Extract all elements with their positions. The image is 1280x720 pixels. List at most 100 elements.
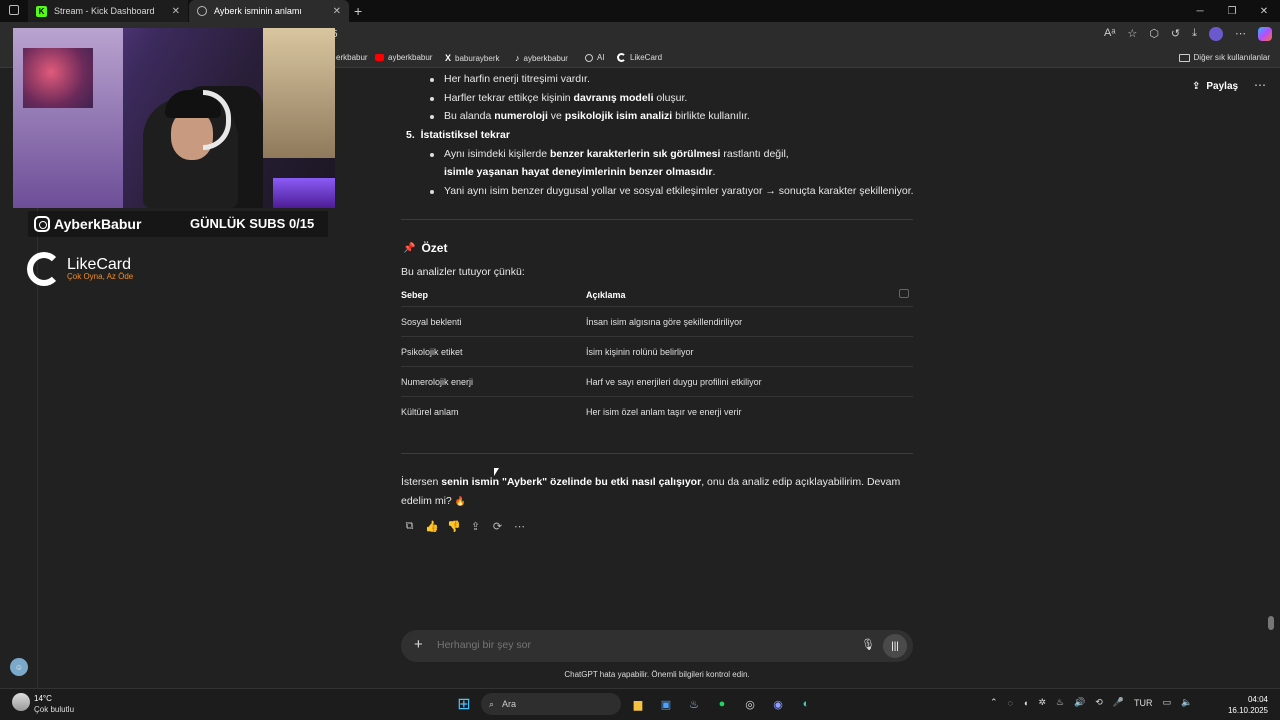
share-message-icon[interactable]: ⇪ [469, 520, 482, 533]
spotify-icon[interactable]: ● [711, 693, 733, 715]
steam-icon[interactable]: ♨ [683, 693, 705, 715]
weather-condition: Çok bulutlu [34, 705, 75, 714]
other-favorites-label: Diğer sık kullanılanlar [1193, 53, 1270, 62]
bullet-text: Harfler tekrar ettikçe kişinin davranış … [444, 92, 688, 104]
network-icon[interactable]: ▭ [1162, 697, 1171, 708]
more-options-icon[interactable]: ⋯ [1254, 78, 1266, 92]
favorite-link[interactable]: ♪ ayberkbabur [515, 53, 568, 63]
bullet-dot [430, 190, 434, 194]
bullet-text: Bu alanda numeroloji ve psikolojik isim … [444, 110, 750, 122]
share-button[interactable]: ⇪ Paylaş [1192, 81, 1238, 92]
table-header-description: Açıklama [586, 290, 626, 300]
prompt-input[interactable] [437, 639, 817, 651]
copy-icon[interactable]: ⧉ [403, 520, 416, 533]
table-cell: Her isim özel anlam taşır ve enerji veri… [586, 407, 742, 417]
summary-heading-text: Özet [421, 241, 448, 255]
profile-avatar[interactable] [1209, 27, 1223, 41]
file-explorer-icon[interactable]: ▆ [627, 693, 649, 715]
chevron-up-icon[interactable]: ⌃ [990, 697, 998, 708]
favorite-link[interactable]: AI [585, 53, 605, 62]
sidebar-toggle-icon[interactable] [9, 5, 19, 15]
share-label: Paylaş [1206, 81, 1239, 92]
close-window-button[interactable]: ✕ [1248, 0, 1280, 22]
tray-app-icon[interactable]: ◖ [1023, 698, 1028, 708]
tray-app-icon[interactable]: ✲ [1038, 697, 1046, 708]
downloads-icon[interactable]: ⤓ [1192, 27, 1197, 41]
table-row: Numerolojik enerji Harf ve sayı enerjile… [401, 366, 913, 396]
tab-title: Stream - Kick Dashboard [54, 6, 155, 16]
favorite-link[interactable]: erkbabur [336, 53, 368, 62]
regenerate-icon[interactable]: ⟳ [491, 520, 504, 533]
bullet-dot [430, 78, 434, 82]
table-cell: Sosyal beklenti [401, 317, 462, 327]
tab-ayberk-isminin-anlami[interactable]: Ayberk isminin anlamı ✕ [189, 0, 349, 22]
weather-icon[interactable] [12, 693, 30, 711]
favorite-link[interactable]: ayberkbabur [375, 53, 432, 62]
favorite-label: LikeCard [630, 53, 663, 62]
favorite-link[interactable]: LikeCard [617, 53, 662, 62]
bullet-text: Aynı isimdeki kişilerde benzer karakterl… [444, 148, 789, 160]
summary-intro: Bu analizler tutuyor çünkü: [401, 266, 525, 278]
more-actions-icon[interactable]: ⋯ [513, 520, 526, 533]
thumbs-up-icon[interactable]: 👍 [425, 520, 439, 533]
search-label: Ara [502, 699, 517, 709]
microphone-icon[interactable]: 🎙 [861, 638, 875, 651]
history-icon[interactable]: ↺ [1171, 27, 1180, 41]
pushpin-icon: 📌 [403, 242, 416, 254]
bullet-text: Her harfin enerji titreşimi vardır. [444, 73, 590, 85]
mic-tray-icon[interactable]: 🎤 [1113, 697, 1124, 708]
likecard-icon [617, 53, 626, 62]
user-avatar[interactable]: ☺ [10, 658, 28, 676]
tray-app-icon[interactable]: ◌ [1008, 698, 1013, 708]
steam-tray-icon[interactable]: ♨ [1056, 697, 1064, 708]
edge-icon[interactable]: ◐ [795, 693, 817, 715]
extensions-icon[interactable]: ⬡ [1149, 27, 1159, 41]
favorite-label: ayberkbabur [388, 53, 433, 62]
favorite-label: baburayberk [455, 53, 500, 63]
table-row: Psikolojik etiket İsim kişinin rolünü be… [401, 336, 913, 366]
volume-icon[interactable]: 🔊 [1074, 697, 1085, 708]
tab-kick-dashboard[interactable]: K Stream - Kick Dashboard ✕ [28, 0, 188, 22]
table-row: Sosyal beklenti İnsan isim algısına göre… [401, 306, 913, 336]
maximize-button[interactable]: ❐ [1216, 0, 1248, 22]
minimize-button[interactable]: ─ [1184, 0, 1216, 22]
favorite-label: erkbabur [336, 53, 368, 62]
start-icon[interactable]: ⊞ [453, 693, 475, 715]
close-tab-icon[interactable]: ✕ [172, 6, 180, 17]
copy-table-icon[interactable] [899, 289, 909, 298]
table-row: Kültürel anlam Her isim özel anlam taşır… [401, 396, 913, 426]
favorite-star-icon[interactable]: ☆ [1127, 27, 1137, 41]
read-aloud-icon[interactable]: Aᵃ [1104, 27, 1115, 41]
new-tab-button[interactable]: + [354, 3, 362, 19]
daily-subs-counter: GÜNLÜK SUBS 0/15 [190, 216, 315, 231]
final-paragraph: İstersen senin ismin "Ayberk" özelinde b… [401, 476, 901, 507]
webcam-window [263, 28, 335, 158]
other-favorites[interactable]: Diğer sık kullanılanlar [1178, 53, 1270, 62]
settings-more-icon[interactable]: ⋯ [1235, 27, 1246, 41]
system-tray: ⌃ ◌ ◖ ✲ ♨ 🔊 ⟲ 🎤 TUR ▭ 🔈 [990, 697, 1192, 708]
divider [401, 219, 913, 220]
clock[interactable]: 04:04 16.10.2025 [1222, 694, 1268, 716]
tab-bar: K Stream - Kick Dashboard ✕ Ayberk ismin… [0, 0, 1280, 22]
language-indicator[interactable]: TUR [1134, 698, 1153, 708]
table-cell: İnsan isim algısına göre şekillendiriliy… [586, 317, 743, 327]
attach-plus-icon[interactable]: + [414, 636, 423, 653]
voice-mode-button[interactable]: ||| [883, 634, 907, 658]
discord-icon[interactable]: ◉ [767, 693, 789, 715]
scrollbar-thumb[interactable] [1268, 616, 1274, 630]
favorite-link[interactable]: Xbaburayberk [445, 53, 500, 63]
taskbar-search[interactable]: ⌕ Ara [481, 693, 621, 715]
search-icon: ⌕ [489, 698, 495, 709]
copilot-icon[interactable] [1258, 27, 1272, 41]
speaker-icon[interactable]: 🔈 [1181, 697, 1192, 708]
thumbs-down-icon[interactable]: 👎 [447, 520, 461, 533]
tray-app-icon[interactable]: ⟲ [1095, 697, 1103, 708]
close-tab-icon[interactable]: ✕ [333, 6, 341, 17]
table-cell: Harf ve sayı enerjileri duygu profilini … [586, 377, 762, 387]
favorite-label: AI [597, 53, 605, 62]
obs-icon[interactable]: ◎ [739, 693, 761, 715]
share-icon: ⇪ [1192, 81, 1201, 92]
table-cell: İsim kişinin rolünü belirliyor [586, 347, 694, 357]
webcam-wall-art [23, 48, 93, 108]
store-icon[interactable]: ▣ [655, 693, 677, 715]
